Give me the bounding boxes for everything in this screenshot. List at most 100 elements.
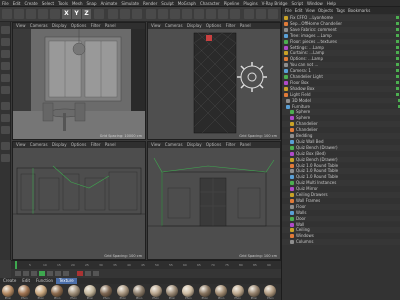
viewport-menu-cameras[interactable]: Cameras — [30, 142, 48, 147]
visibility-check-icon[interactable] — [396, 63, 399, 67]
viewport-menu-panel[interactable]: Panel — [105, 142, 116, 147]
viewport-menu-options[interactable]: Options — [71, 142, 86, 147]
viewport-menu-options[interactable]: Options — [206, 23, 221, 28]
keyframe-selection-icon[interactable] — [93, 271, 99, 276]
render-settings-icon[interactable] — [132, 9, 142, 19]
menu-item-animate[interactable]: Animate — [99, 0, 120, 7]
visibility-check-icon[interactable] — [396, 69, 399, 73]
viewport-menu-display[interactable]: Display — [187, 142, 202, 147]
viewport-menu-options[interactable]: Options — [71, 23, 86, 28]
viewport-menu-panel[interactable]: Panel — [105, 23, 116, 28]
menu-item-file[interactable]: File — [0, 0, 11, 7]
object-manager-menu-edit[interactable]: Edit — [295, 8, 303, 13]
visibility-check-icon[interactable] — [396, 57, 399, 61]
material-swatch[interactable] — [215, 285, 228, 297]
visibility-check-icon[interactable] — [396, 92, 399, 96]
menu-item-window[interactable]: Window — [305, 0, 325, 7]
visibility-check-icon[interactable] — [396, 86, 399, 90]
workplane-icon[interactable] — [1, 50, 10, 58]
light-icon[interactable] — [230, 9, 240, 19]
material-swatch[interactable] — [231, 285, 244, 297]
material-swatch[interactable] — [51, 285, 64, 297]
menu-item-plugins[interactable]: Plugins — [241, 0, 259, 7]
object-manager-menu-tags[interactable]: Tags — [336, 8, 345, 13]
viewport-menu-filter[interactable]: Filter — [226, 142, 236, 147]
x-axis-toggle[interactable]: X — [62, 9, 71, 19]
object-manager-menu-view[interactable]: View — [305, 8, 315, 13]
viewport-menu-filter[interactable]: Filter — [91, 23, 101, 28]
previous-frame-icon[interactable] — [31, 271, 37, 276]
select-icon[interactable] — [26, 9, 36, 19]
material-swatch[interactable] — [18, 285, 31, 297]
floor-icon[interactable] — [206, 9, 216, 19]
next-key-icon[interactable] — [55, 271, 61, 276]
material-swatch[interactable] — [2, 285, 14, 297]
viewport-menu-cameras[interactable]: Cameras — [30, 23, 48, 28]
y-axis-toggle[interactable]: Y — [72, 9, 81, 19]
material-swatch[interactable] — [248, 285, 260, 297]
points-mode-icon[interactable] — [1, 62, 10, 70]
move-icon[interactable] — [38, 9, 48, 19]
visibility-check-icon[interactable] — [396, 51, 399, 55]
object-manager-menu-file[interactable]: File — [285, 8, 292, 13]
menu-item-mesh[interactable]: Mesh — [70, 0, 85, 7]
viewport-menu-panel[interactable]: Panel — [240, 142, 251, 147]
viewport-menu-display[interactable]: Display — [52, 23, 67, 28]
menu-item-edit[interactable]: Edit — [11, 0, 23, 7]
menu-item-render[interactable]: Render — [141, 0, 159, 7]
visibility-check-icon[interactable] — [396, 27, 399, 31]
viewport-menu-cameras[interactable]: Cameras — [165, 142, 183, 147]
material-swatch[interactable] — [133, 285, 146, 297]
material-swatch[interactable] — [166, 285, 178, 297]
polygons-mode-icon[interactable] — [1, 86, 10, 94]
viewport-menu-view[interactable]: View — [151, 142, 161, 147]
timeline[interactable]: 051015202530354045505560657075808590 — [11, 260, 281, 270]
viewport-menu-display[interactable]: Display — [52, 142, 67, 147]
material-swatch[interactable] — [34, 285, 47, 297]
edges-mode-icon[interactable] — [1, 74, 10, 82]
pen-icon[interactable] — [158, 9, 168, 19]
axis-mode-icon[interactable] — [1, 102, 10, 110]
menu-item-simulate[interactable]: Simulate — [119, 0, 141, 7]
vray-icon[interactable] — [256, 9, 266, 19]
lock-workplane-icon[interactable] — [1, 142, 10, 150]
material-swatch[interactable] — [67, 285, 80, 297]
menu-item-mograph[interactable]: MoGraph — [176, 0, 198, 7]
visibility-check-icon[interactable] — [396, 39, 399, 43]
viewport-menu-view[interactable]: View — [16, 23, 26, 28]
menu-item-snap[interactable]: Snap — [84, 0, 98, 7]
viewport-menu-filter[interactable]: Filter — [226, 23, 236, 28]
record-icon[interactable] — [77, 271, 83, 276]
visibility-check-icon[interactable] — [396, 80, 399, 84]
viewport-menu-filter[interactable]: Filter — [91, 142, 101, 147]
visibility-check-icon[interactable] — [396, 75, 399, 78]
menu-item-character[interactable]: Character — [198, 0, 222, 7]
go-to-end-icon[interactable] — [63, 271, 69, 276]
visibility-check-icon[interactable] — [396, 16, 399, 19]
model-mode-icon[interactable] — [1, 26, 10, 34]
play-icon[interactable] — [39, 271, 45, 276]
material-swatch[interactable] — [264, 285, 277, 297]
menu-item-script[interactable]: Script — [289, 0, 305, 7]
material-swatch[interactable] — [182, 285, 195, 297]
camera-icon[interactable] — [218, 9, 228, 19]
coordinate-system-icon[interactable] — [94, 9, 104, 19]
object-manager-menu-bookmarks[interactable]: Bookmarks — [348, 8, 370, 13]
menu-item-create[interactable]: Create — [22, 0, 39, 7]
undo-icon[interactable] — [2, 9, 12, 19]
visibility-check-icon[interactable] — [396, 45, 399, 49]
material-swatch[interactable] — [84, 285, 96, 297]
material-swatch[interactable] — [100, 285, 113, 297]
object-row[interactable]: Columns — [282, 239, 400, 246]
menu-item-pipeline[interactable]: Pipeline — [222, 0, 242, 7]
viewport-right[interactable]: View Cameras Display Options Filter Pane… — [12, 141, 146, 260]
menu-item-sculpt[interactable]: Sculpt — [159, 0, 176, 7]
snap-icon[interactable] — [1, 126, 10, 134]
visibility-check-icon[interactable] — [396, 21, 399, 25]
visibility-check-icon[interactable] — [396, 33, 399, 37]
material-swatch[interactable] — [198, 285, 211, 297]
viewport-menu-panel[interactable]: Panel — [240, 23, 251, 28]
viewport-menu-display[interactable]: Display — [187, 23, 202, 28]
material-swatch[interactable] — [116, 285, 129, 297]
go-to-start-icon[interactable] — [15, 271, 21, 276]
